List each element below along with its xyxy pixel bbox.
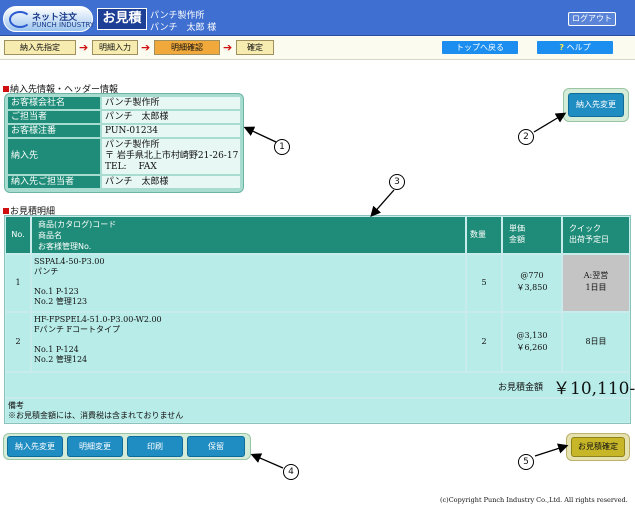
copyright: (c)Copyright Punch Industry Co.,Ltd. All… — [440, 496, 628, 504]
callout-1: 1 — [274, 139, 290, 155]
callout-2: 2 — [518, 129, 534, 145]
callout-arrows — [243, 112, 569, 469]
callout-4: 4 — [283, 464, 299, 480]
callout-3: 3 — [389, 174, 405, 190]
callout-5: 5 — [518, 454, 534, 470]
